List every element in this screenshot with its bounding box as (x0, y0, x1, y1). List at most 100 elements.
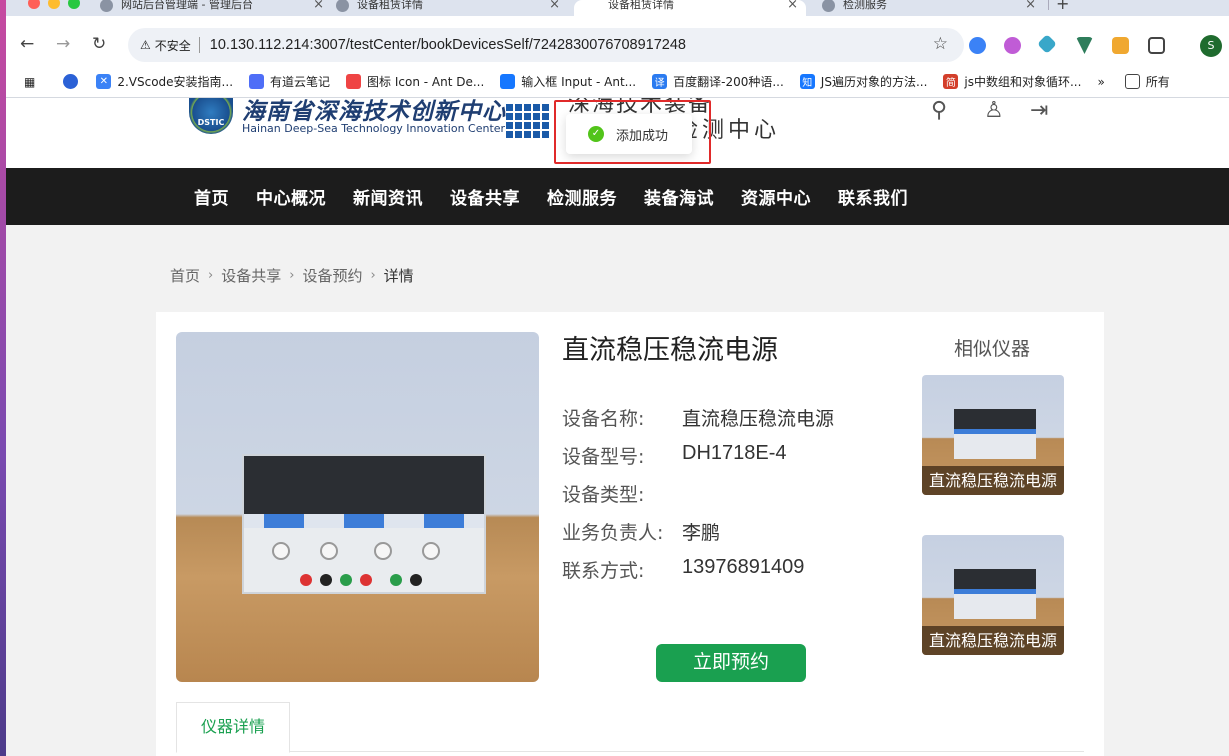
search-icon[interactable]: ⚲ (931, 98, 947, 123)
psu-terminal (360, 574, 372, 586)
folder-icon (1124, 74, 1140, 89)
field-value: DH1718E-4 (682, 442, 787, 464)
vscode-icon: ✕ (96, 74, 112, 89)
globe-icon (822, 0, 835, 12)
reload-icon[interactable]: ↻ (92, 34, 106, 54)
main-nav: 首页 中心概况 新闻资讯 设备共享 检测服务 装备海试 资源中心 联系我们 (6, 168, 1229, 225)
nav-about[interactable]: 中心概况 (256, 184, 326, 209)
psu-knob (374, 542, 392, 560)
close-window-button[interactable] (28, 0, 40, 9)
browser-tab-2[interactable]: 设备租赁详情 × (336, 0, 568, 16)
bookmark-folder-all[interactable]: 所有 (1124, 73, 1170, 90)
window-controls (28, 0, 80, 9)
psu-display-panel (244, 456, 484, 514)
device-title: 直流稳压稳流电源 (562, 335, 778, 366)
bookmark-label: js中数组和对象循环... (964, 75, 1082, 89)
nav-home[interactable]: 首页 (194, 184, 229, 209)
user-icon[interactable]: ♙ (984, 98, 1004, 123)
chevron-right-icon: › (370, 268, 376, 283)
nav-sea-trial[interactable]: 装备海试 (644, 184, 714, 209)
nav-resource-center[interactable]: 资源中心 (741, 184, 811, 209)
bookmark-item[interactable]: 图标 Icon - Ant De... (346, 73, 484, 90)
address-bar[interactable]: ⚠ 不安全 10.130.112.214:3007/testCenter/boo… (128, 28, 964, 62)
bookmark-label: 百度翻译-200种语... (673, 75, 784, 89)
extension-vue-icon[interactable] (1076, 37, 1093, 54)
close-tab-icon[interactable]: × (1025, 0, 1036, 12)
minimize-window-button[interactable] (48, 0, 60, 9)
antd-icon (346, 74, 362, 89)
tab-title: 网站后台管理端 - 管理后台 (121, 0, 253, 11)
breadcrumb-device-booking[interactable]: 设备预约 (302, 265, 362, 286)
bookmark-item[interactable]: 译百度翻译-200种语... (652, 73, 784, 90)
similar-instrument-card[interactable]: 直流稳压稳流电源 (922, 375, 1064, 495)
forward-arrow-icon[interactable]: → (56, 34, 70, 54)
extensions-puzzle-icon[interactable] (1148, 37, 1165, 54)
similar-instruments-title: 相似仪器 (954, 338, 1031, 360)
field-label: 联系方式: (562, 560, 645, 582)
reserve-now-button[interactable]: 立即预约 (656, 644, 806, 682)
psu-terminal (390, 574, 402, 586)
jianshu-icon: 简 (943, 74, 959, 89)
extension-translate-icon[interactable] (969, 37, 986, 54)
device-detail-card: 直流稳压稳流电源 设备名称: 直流稳压稳流电源 设备型号: DH1718E-4 … (156, 312, 1104, 756)
browser-tab-3-active[interactable]: 设备租赁详情 × (574, 0, 806, 16)
breadcrumb-home[interactable]: 首页 (170, 265, 200, 286)
browser-tab-4[interactable]: 检测服务 × (812, 0, 1044, 16)
bookmark-baidu[interactable] (63, 74, 84, 89)
psu-knob (422, 542, 440, 560)
extension-brain-icon[interactable] (1004, 37, 1021, 54)
field-contact: 联系方式: 13976891409 (562, 556, 804, 583)
site-logo-badge[interactable]: DSTIC (189, 98, 233, 134)
bookmark-item[interactable]: 输入框 Input - Ant... (500, 73, 636, 90)
nav-contact[interactable]: 联系我们 (838, 184, 908, 209)
nav-news[interactable]: 新闻资讯 (353, 184, 423, 209)
bookmark-item[interactable]: 知 JS遍历对象的方法... (799, 73, 927, 90)
psu-knob (320, 542, 338, 560)
tab-instrument-details[interactable]: 仪器详情 (176, 702, 290, 753)
zhihu-icon: 知 (799, 74, 815, 89)
similar-thumbnail (954, 569, 1036, 619)
extension-orange-icon[interactable] (1112, 37, 1129, 54)
maximize-window-button[interactable] (68, 0, 80, 9)
psu-control-band (244, 514, 484, 528)
field-label: 设备名称: (562, 408, 645, 430)
breadcrumb-device-sharing[interactable]: 设备共享 (221, 265, 281, 286)
warning-icon[interactable]: ⚠ (140, 38, 151, 52)
back-arrow-icon[interactable]: ← (20, 34, 34, 54)
bookmark-item[interactable]: ✕ 2.VScode安装指南... (96, 73, 233, 90)
bookmark-item[interactable]: 简 js中数组和对象循环... (943, 73, 1081, 90)
url-text[interactable]: 10.130.112.214:3007/testCenter/bookDevic… (210, 37, 686, 53)
close-tab-icon[interactable]: × (549, 0, 560, 12)
close-tab-icon[interactable]: × (787, 0, 798, 12)
bookmarks-overflow-button[interactable]: » (1097, 75, 1104, 89)
psu-knob (272, 542, 290, 560)
close-tab-icon[interactable]: × (313, 0, 324, 12)
logout-icon[interactable]: ⇥ (1030, 98, 1048, 123)
similar-instrument-card[interactable]: 直流稳压稳流电源 (922, 535, 1064, 655)
similar-caption: 直流稳压稳流电源 (922, 626, 1064, 655)
globe-icon (100, 0, 113, 12)
profile-avatar[interactable]: S (1200, 35, 1222, 57)
apps-grid-icon[interactable]: ▦ (24, 75, 35, 89)
tab-title: 检测服务 (843, 0, 887, 11)
security-status[interactable]: 不安全 (155, 37, 191, 54)
nav-testing-service[interactable]: 检测服务 (547, 184, 617, 209)
youdao-icon (249, 74, 265, 89)
tab-title: 设备租赁详情 (608, 0, 674, 11)
device-photo (176, 332, 539, 682)
bookmark-item[interactable]: 有道云笔记 (249, 73, 330, 90)
new-tab-icon[interactable]: + (1056, 0, 1069, 13)
shield-icon (500, 74, 516, 89)
browser-tab-1[interactable]: 网站后台管理端 - 管理后台 × (100, 0, 332, 16)
nav-device-sharing[interactable]: 设备共享 (450, 184, 520, 209)
psu-terminal (300, 574, 312, 586)
star-bookmark-icon[interactable]: ☆ (933, 34, 948, 54)
paw-icon (63, 74, 79, 89)
field-value: 直流稳压稳流电源 (682, 408, 835, 430)
building-logo-grid (506, 102, 550, 138)
extension-gem-icon[interactable] (1037, 34, 1057, 54)
field-device-name: 设备名称: 直流稳压稳流电源 (562, 404, 834, 431)
field-device-model: 设备型号: DH1718E-4 (562, 442, 787, 469)
bookmark-label: 图标 Icon - Ant De... (367, 75, 485, 89)
globe-icon (336, 0, 349, 12)
